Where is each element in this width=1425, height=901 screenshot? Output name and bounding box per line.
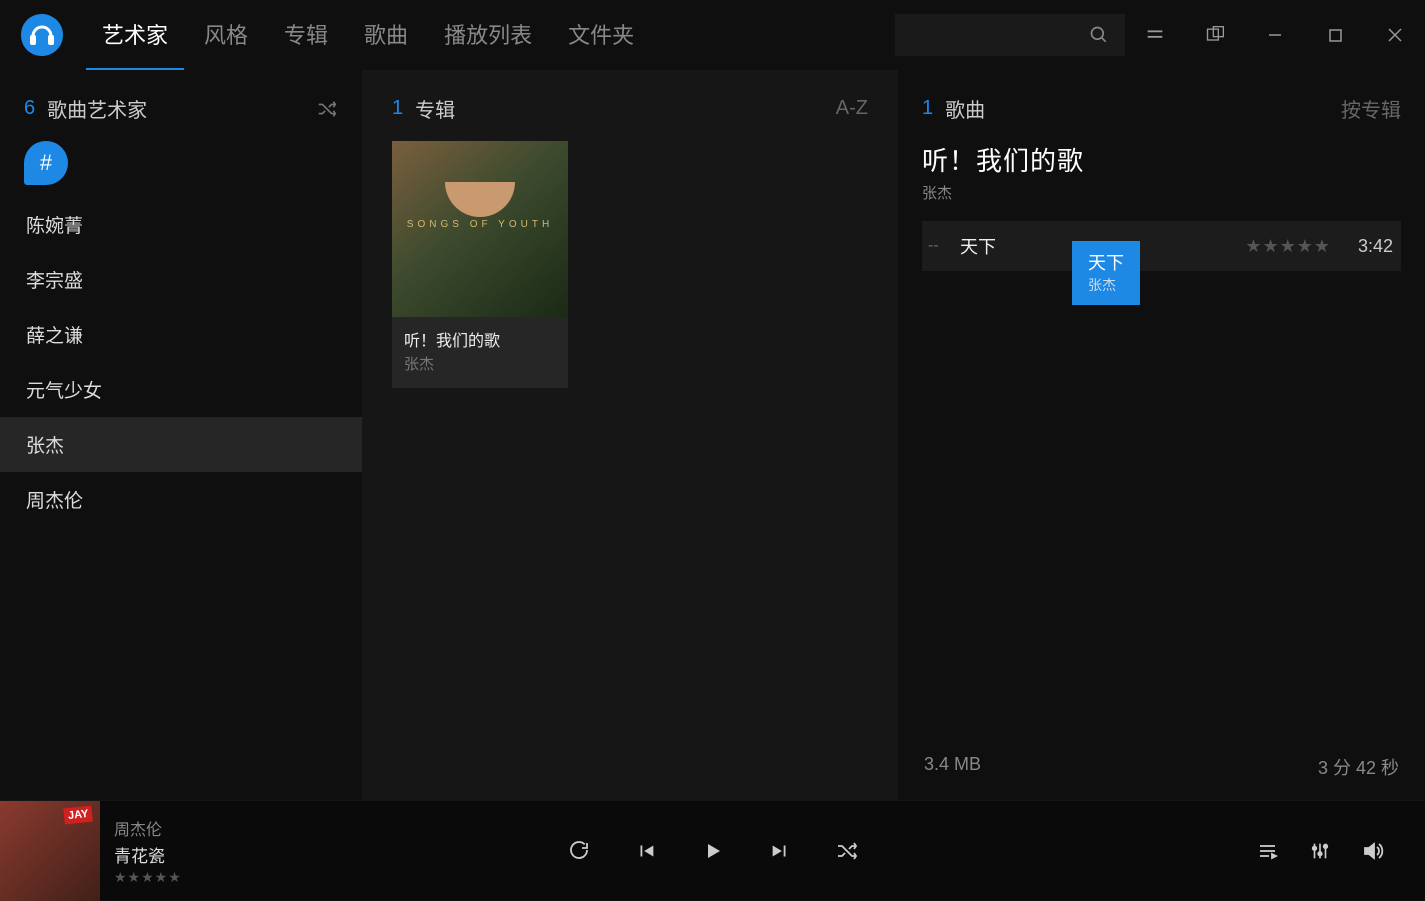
index-badge[interactable]: # xyxy=(24,141,68,185)
close-button[interactable] xyxy=(1365,15,1425,55)
artist-item[interactable]: 周杰伦 xyxy=(0,472,362,527)
equalizer-button[interactable] xyxy=(1309,840,1331,862)
nav-tab-0[interactable]: 艺术家 xyxy=(86,0,184,71)
artist-item[interactable]: 陈婉菁 xyxy=(0,197,362,252)
current-album-title: 听！我们的歌 xyxy=(922,141,1401,178)
shuffle-button[interactable] xyxy=(835,839,859,863)
play-button[interactable] xyxy=(701,839,725,863)
tooltip-title: 天下 xyxy=(1088,249,1124,275)
song-duration: 3:42 xyxy=(1331,236,1401,257)
artist-count: 6 xyxy=(24,97,35,120)
previous-button[interactable] xyxy=(635,840,657,862)
song-row[interactable]: -- 天下 ★★★★★ 3:42 xyxy=(922,221,1401,271)
artist-item[interactable]: 李宗盛 xyxy=(0,252,362,307)
songs-sort[interactable]: 按专辑 xyxy=(1341,94,1401,123)
nav-tab-4[interactable]: 播放列表 xyxy=(428,0,548,71)
song-count: 1 xyxy=(922,97,933,120)
album-total-duration: 3 分 42 秒 xyxy=(1318,754,1399,780)
albums-sort[interactable]: A-Z xyxy=(836,97,868,120)
layout-icon[interactable] xyxy=(1185,15,1245,55)
current-album-artist: 张杰 xyxy=(922,182,1401,203)
minimize-button[interactable] xyxy=(1245,15,1305,55)
now-playing-artist[interactable]: 周杰伦 xyxy=(114,816,182,840)
artist-item[interactable]: 薛之谦 xyxy=(0,307,362,362)
maximize-button[interactable] xyxy=(1305,15,1365,55)
nav-tab-3[interactable]: 歌曲 xyxy=(348,0,424,71)
song-track: -- xyxy=(928,237,960,255)
nav-tab-2[interactable]: 专辑 xyxy=(268,0,344,71)
app-logo[interactable] xyxy=(16,9,68,61)
next-button[interactable] xyxy=(769,840,791,862)
repeat-button[interactable] xyxy=(567,839,591,863)
albums-section-title: 专辑 xyxy=(415,94,455,123)
album-artist: 张杰 xyxy=(404,353,556,374)
now-playing-title[interactable]: 青花瓷 xyxy=(114,842,182,867)
album-count: 1 xyxy=(392,97,403,120)
song-title: 天下 xyxy=(960,233,996,259)
now-playing-badge: JAY xyxy=(63,805,93,824)
search-icon xyxy=(1089,25,1109,45)
album-cover: SONGS OF YOUTH xyxy=(392,141,568,317)
album-card[interactable]: SONGS OF YOUTH 听！我们的歌 张杰 xyxy=(392,141,568,388)
song-tooltip: 天下 张杰 xyxy=(1072,241,1140,305)
album-cover-text: SONGS OF YOUTH xyxy=(407,219,553,230)
now-playing-cover[interactable]: JAY xyxy=(0,801,100,901)
menu-icon[interactable] xyxy=(1125,15,1185,55)
album-size: 3.4 MB xyxy=(924,754,981,780)
volume-button[interactable] xyxy=(1361,839,1385,863)
now-playing-rating[interactable]: ★★★★★ xyxy=(114,869,182,886)
nav-tab-1[interactable]: 风格 xyxy=(188,0,264,71)
songs-section-title: 歌曲 xyxy=(945,94,985,123)
song-rating[interactable]: ★★★★★ xyxy=(1245,236,1331,257)
shuffle-icon[interactable] xyxy=(316,98,338,120)
artist-item[interactable]: 元气少女 xyxy=(0,362,362,417)
search-input[interactable] xyxy=(895,14,1125,56)
nav-tab-5[interactable]: 文件夹 xyxy=(552,0,650,71)
album-title: 听！我们的歌 xyxy=(404,327,556,351)
artists-section-title: 歌曲艺术家 xyxy=(47,94,147,123)
tooltip-artist: 张杰 xyxy=(1088,275,1124,295)
artist-item[interactable]: 张杰 xyxy=(0,417,362,472)
queue-button[interactable] xyxy=(1255,839,1279,863)
